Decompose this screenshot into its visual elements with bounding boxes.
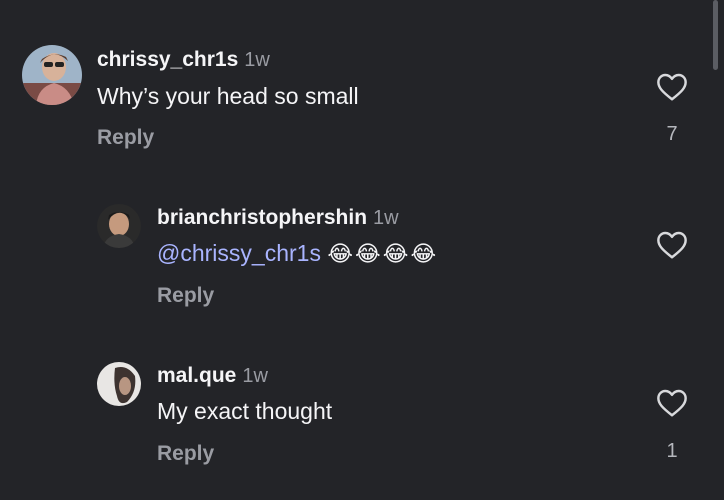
mention-link[interactable]: @chrissy_chr1s <box>157 240 321 266</box>
timestamp: 1w <box>242 365 268 387</box>
avatar[interactable] <box>97 362 141 406</box>
heart-outline-icon <box>657 73 687 101</box>
timestamp: 1w <box>373 207 399 229</box>
like-button[interactable] <box>655 72 689 106</box>
comment-text: @chrissy_chr1s 😂😂😂😂 <box>157 240 438 267</box>
comment-header: chrissy_chr1s 1w <box>97 48 270 72</box>
comment-text: My exact thought <box>157 398 333 424</box>
heart-outline-icon <box>657 389 687 417</box>
reply-button[interactable]: Reply <box>157 284 214 308</box>
avatar[interactable] <box>97 204 141 248</box>
like-count: 1 <box>666 440 678 462</box>
like-button[interactable] <box>655 388 689 422</box>
heart-outline-icon <box>657 231 687 259</box>
reply-button[interactable]: Reply <box>97 126 154 150</box>
username[interactable]: chrissy_chr1s <box>97 48 238 71</box>
timestamp: 1w <box>244 49 270 71</box>
comment-text: Why’s your head so small <box>97 83 359 109</box>
comment-header: mal.que 1w <box>157 364 268 388</box>
comment-header: brianchristophershin 1w <box>157 206 399 230</box>
username[interactable]: brianchristophershin <box>157 206 367 229</box>
avatar[interactable] <box>22 45 82 105</box>
username[interactable]: mal.que <box>157 364 236 387</box>
like-button[interactable] <box>655 230 689 264</box>
like-count: 7 <box>666 123 678 145</box>
laughing-emoji-icon: 😂😂😂😂 <box>327 241 439 266</box>
scrollbar[interactable] <box>713 0 718 70</box>
reply-button[interactable]: Reply <box>157 442 214 466</box>
